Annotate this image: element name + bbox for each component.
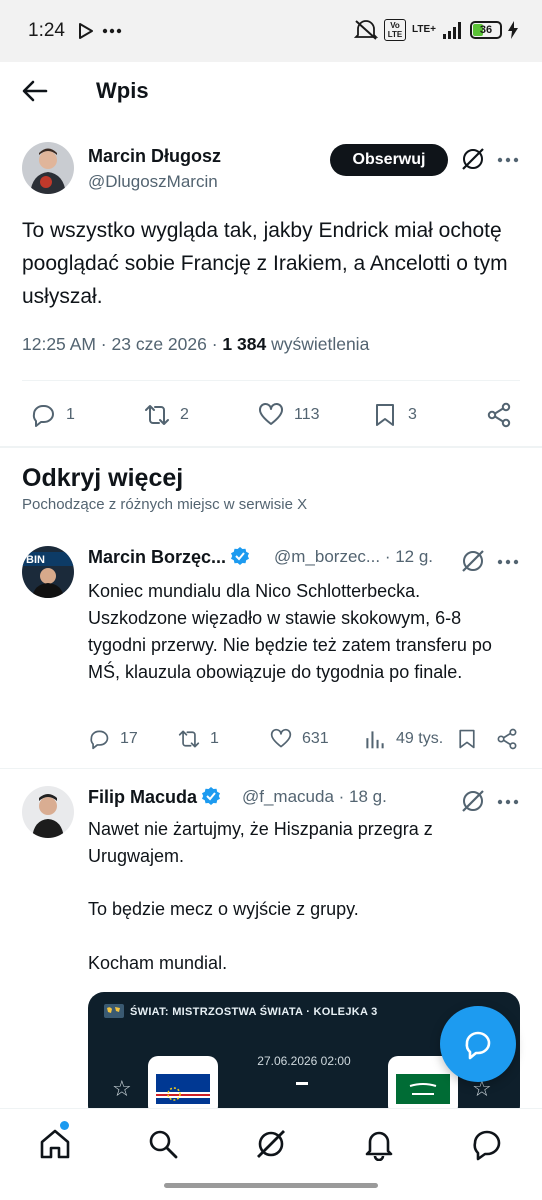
like-count: 113 — [294, 406, 320, 423]
tweet-text-line-1: Nawet nie żartujmy, że Hiszpania przegra… — [88, 819, 433, 866]
more-options-icon[interactable] — [496, 148, 520, 172]
status-time: 1:24 — [28, 20, 65, 41]
team-badge-home — [148, 1056, 218, 1116]
score-dash — [296, 1082, 308, 1085]
repost-button[interactable]: 1 — [178, 728, 219, 750]
divider — [22, 380, 520, 381]
share-icon — [487, 402, 511, 428]
views-chart-icon — [366, 731, 384, 749]
post-views-count: 1 384 — [222, 334, 267, 354]
avatar[interactable] — [22, 142, 74, 194]
bookmark-button[interactable]: 3 — [372, 402, 417, 428]
tweet-author-name[interactable]: Marcin Borzęc... — [88, 546, 250, 568]
tweet-item[interactable]: BIN Marcin Borzęc... @m_borzec... · 12 g… — [0, 546, 542, 766]
home-indicator[interactable] — [164, 1183, 378, 1188]
heart-icon — [270, 728, 292, 748]
repost-count: 2 — [180, 406, 189, 423]
views-button[interactable]: 49 tys. — [364, 728, 443, 750]
charging-icon — [508, 21, 518, 39]
reply-count: 17 — [120, 730, 138, 747]
grok-icon[interactable] — [460, 788, 486, 814]
author-name-text: Filip Macuda — [88, 787, 198, 807]
avatar[interactable] — [22, 786, 74, 838]
search-icon[interactable] — [146, 1127, 180, 1161]
network-label: LTE+ — [412, 24, 436, 35]
tweet-time: · 12 g. — [384, 547, 434, 566]
tweet-handle-time: @m_borzec... · 12 g. — [274, 547, 433, 567]
signal-icon — [443, 22, 461, 39]
more-dots-icon — [102, 28, 122, 34]
status-bar: 1:24 Vo LTE LTE+ 36 — [0, 0, 542, 62]
section-divider — [0, 446, 542, 448]
verified-badge-icon — [202, 787, 221, 805]
repost-count: 1 — [210, 730, 219, 747]
repost-button[interactable]: 2 — [144, 402, 189, 428]
reply-count: 1 — [66, 406, 75, 423]
author-name-text: Marcin Borzęc... — [88, 547, 227, 567]
grok-icon[interactable] — [254, 1127, 288, 1161]
bookmark-icon — [376, 404, 394, 426]
discover-subtitle: Pochodzące z różnych miejsc w serwisie X — [22, 496, 308, 513]
play-icon — [79, 23, 93, 39]
notification-dot — [60, 1121, 69, 1130]
post-views-label: wyświetlenia — [266, 334, 370, 354]
battery-icon: 36 — [470, 21, 502, 39]
reply-button[interactable]: 17 — [88, 728, 138, 750]
share-button[interactable] — [486, 402, 512, 428]
bookmark-button[interactable] — [456, 728, 478, 750]
more-options-icon[interactable] — [496, 790, 520, 814]
like-button[interactable]: 113 — [258, 402, 320, 428]
compose-chat-icon — [465, 1031, 491, 1060]
heart-icon — [259, 403, 283, 425]
tweet-time: · 18 g. — [338, 787, 387, 806]
post-actions: 1 2 113 3 — [0, 396, 542, 436]
compose-button[interactable] — [440, 1006, 516, 1082]
tweet-handle-time: @f_macuda · 18 g. — [242, 787, 387, 807]
back-arrow-icon[interactable] — [22, 78, 48, 104]
tweet-handle: @m_borzec... — [274, 547, 381, 566]
repost-icon — [178, 730, 200, 748]
repost-icon — [145, 405, 169, 425]
like-count: 631 — [302, 730, 329, 747]
post-author-handle[interactable]: @DlugoszMarcin — [88, 172, 218, 192]
views-count: 49 tys. — [396, 730, 444, 747]
post-text: To wszystko wygląda tak, jakby Endrick m… — [22, 219, 508, 308]
share-button[interactable] — [496, 728, 518, 750]
post-meta: 12:25 AM · 23 cze 2026 · 1 384 wyświetle… — [22, 334, 369, 355]
avatar[interactable]: BIN — [22, 546, 74, 598]
world-map-icon — [104, 1004, 124, 1018]
follow-button[interactable]: Obserwuj — [330, 144, 448, 176]
reply-button[interactable]: 1 — [30, 402, 75, 428]
battery-level: 36 — [479, 24, 493, 36]
divider — [0, 768, 542, 769]
tweet-text-line-2: To będzie mecz o wyjście z grupy. — [88, 899, 359, 919]
reply-icon — [32, 405, 54, 427]
card-header: ŚWIAT: MISTRZOSTWA ŚWIATA · KOLEJKA 3 — [130, 1006, 378, 1018]
grok-icon[interactable] — [460, 146, 486, 172]
tweet-text: Koniec mundialu dla Nico Schlotterbecka.… — [88, 581, 492, 682]
verified-badge-icon — [231, 547, 250, 565]
grok-icon[interactable] — [460, 548, 486, 574]
tweet-author-name[interactable]: Filip Macuda — [88, 786, 221, 808]
svg-text:BIN: BIN — [26, 554, 45, 566]
post-timestamp: 12:25 AM · 23 cze 2026 · — [22, 334, 223, 354]
more-options-icon[interactable] — [496, 550, 520, 574]
messages-icon[interactable] — [470, 1127, 504, 1161]
discover-title: Odkryj więcej — [22, 464, 184, 492]
volte-label: Vo LTE — [384, 19, 407, 41]
home-icon[interactable] — [38, 1127, 72, 1161]
tweet-handle: @f_macuda — [242, 787, 334, 806]
page-title: Wpis — [96, 78, 149, 103]
top-header: Wpis — [0, 62, 542, 122]
bookmark-icon — [459, 729, 475, 749]
bookmark-count: 3 — [408, 406, 417, 423]
reply-icon — [90, 730, 109, 750]
star-icon[interactable]: ☆ — [112, 1076, 132, 1102]
tweet-text-line-3: Kocham mundial. — [88, 953, 228, 973]
like-button[interactable]: 631 — [270, 728, 329, 750]
notifications-icon[interactable] — [362, 1127, 396, 1161]
mute-icon — [354, 20, 379, 40]
share-icon — [497, 728, 517, 750]
post-author-name[interactable]: Marcin Długosz — [88, 146, 221, 167]
